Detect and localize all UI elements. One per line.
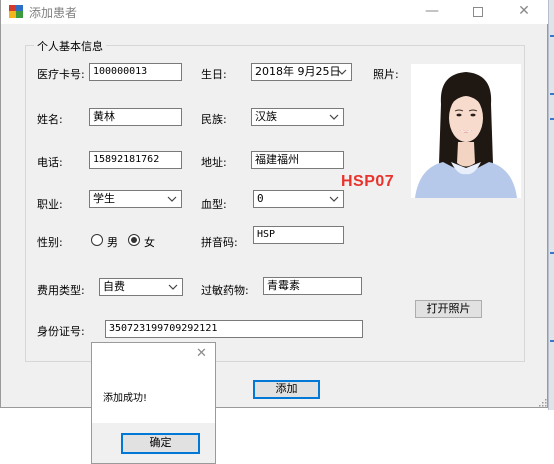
ethnicity-label: 民族: <box>201 113 227 126</box>
gender-label: 性别: <box>37 236 63 249</box>
maximize-button[interactable] <box>455 0 501 24</box>
resize-grip-icon[interactable] <box>538 398 547 407</box>
blood-type-value: 0 <box>257 192 264 205</box>
name-input[interactable]: 黄林 <box>89 108 182 126</box>
blood-type-label: 血型: <box>201 198 227 211</box>
success-dialog: ✕ 添加成功! 确定 <box>91 342 216 464</box>
gender-female-label[interactable]: 女 <box>144 234 155 250</box>
background-marker <box>550 340 554 342</box>
birthday-datepicker[interactable]: 2018年 9月25日 <box>251 63 352 81</box>
ethnicity-combobox[interactable]: 汉族 <box>251 108 344 126</box>
dialog-body: ✕ 添加成功! <box>92 343 215 423</box>
birthday-value: 2018年 9月25日 <box>255 65 341 78</box>
background-marker <box>550 118 554 120</box>
allergy-label: 过敏药物: <box>201 284 249 297</box>
gender-female-radio[interactable] <box>128 234 140 246</box>
name-label: 姓名: <box>37 113 63 126</box>
fee-type-combobox[interactable]: 自费 <box>99 278 183 296</box>
card-no-input[interactable]: 100000013 <box>89 63 182 81</box>
pinyin-input[interactable]: HSP <box>253 226 344 244</box>
address-label: 地址: <box>201 156 227 169</box>
minimize-icon: — <box>425 3 439 19</box>
open-photo-button[interactable]: 打开照片 <box>415 300 482 318</box>
fee-type-label: 费用类型: <box>37 284 85 297</box>
background-window-edge <box>548 0 554 410</box>
phone-input[interactable]: 15892181762 <box>89 151 182 169</box>
id-card-input[interactable]: 350723199709292121 <box>105 320 363 338</box>
gender-male-label[interactable]: 男 <box>107 234 118 250</box>
background-marker <box>550 35 554 37</box>
gender-male-radio[interactable] <box>91 234 103 246</box>
chevron-down-icon <box>337 69 347 75</box>
window-title: 添加患者 <box>29 6 78 20</box>
dialog-ok-button[interactable]: 确定 <box>121 433 200 454</box>
app-icon <box>9 5 23 18</box>
dialog-message: 添加成功! <box>103 393 148 404</box>
chevron-down-icon <box>167 196 177 202</box>
occupation-value: 学生 <box>93 192 115 205</box>
portrait-photo-icon <box>411 64 521 198</box>
occupation-label: 职业: <box>37 198 63 211</box>
occupation-combobox[interactable]: 学生 <box>89 190 182 208</box>
card-no-label: 医疗卡号: <box>37 68 85 81</box>
chevron-down-icon <box>168 284 178 290</box>
chevron-down-icon <box>329 114 339 120</box>
photo-label: 照片: <box>373 68 399 81</box>
ethnicity-value: 汉族 <box>255 110 277 123</box>
dialog-close-icon[interactable]: ✕ <box>196 347 207 360</box>
id-card-label: 身份证号: <box>37 325 85 338</box>
blood-type-combobox[interactable]: 0 <box>253 190 344 208</box>
chevron-down-icon <box>329 196 339 202</box>
minimize-button[interactable]: — <box>409 0 455 24</box>
pinyin-label: 拼音码: <box>201 236 238 249</box>
fee-type-value: 自费 <box>103 280 125 293</box>
close-button[interactable]: ✕ <box>501 0 547 24</box>
close-icon: ✕ <box>518 3 530 19</box>
allergy-input[interactable]: 青霉素 <box>263 277 362 295</box>
birthday-label: 生日: <box>201 68 227 81</box>
title-bar[interactable]: 添加患者 — ✕ <box>1 0 548 24</box>
phone-label: 电话: <box>37 156 63 169</box>
maximize-icon <box>473 7 483 17</box>
background-marker <box>550 252 554 254</box>
address-input[interactable]: 福建福州 <box>251 151 344 169</box>
hsp-stamp: HSP07 <box>341 173 395 190</box>
patient-photo <box>411 64 521 198</box>
background-marker <box>550 93 554 95</box>
group-title: 个人基本信息 <box>34 38 106 54</box>
add-button[interactable]: 添加 <box>253 380 320 399</box>
add-patient-window: 添加患者 — ✕ 个人基本信息 医疗卡号: 100000013 生日: 2018… <box>0 0 548 408</box>
